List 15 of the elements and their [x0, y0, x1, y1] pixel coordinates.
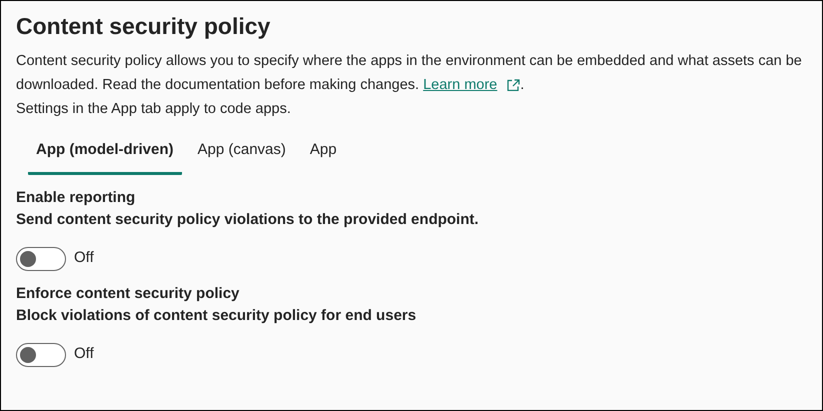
toggle-state-label: Off	[74, 344, 94, 364]
setting-description: Send content security policy violations to the provided endpoint.	[16, 210, 479, 230]
tab[interactable]: App (canvas)	[190, 133, 294, 174]
tab[interactable]: App (model-driven)	[28, 133, 182, 174]
tab[interactable]: App	[302, 133, 345, 174]
setting-title: Enforce content security policy	[16, 284, 240, 304]
toggle-switch[interactable]	[16, 342, 66, 366]
toggle-state-label: Off	[74, 248, 94, 268]
setting-description: Block violations of content security policy for end users	[16, 306, 416, 326]
section-title: Content security policy	[16, 12, 270, 41]
learn-more-link[interactable]: Learn more	[423, 73, 520, 97]
toggle-switch[interactable]	[16, 246, 66, 270]
external-link-icon	[507, 79, 520, 91]
setting-title: Enable reporting	[16, 188, 136, 208]
description-text: Content security policy allows you to specify where the apps in the environment can be embedded and what assets can be downloaded. Read the documentation before making changes. Learn more . Settings in the App tab apply to code apps.	[16, 52, 803, 119]
